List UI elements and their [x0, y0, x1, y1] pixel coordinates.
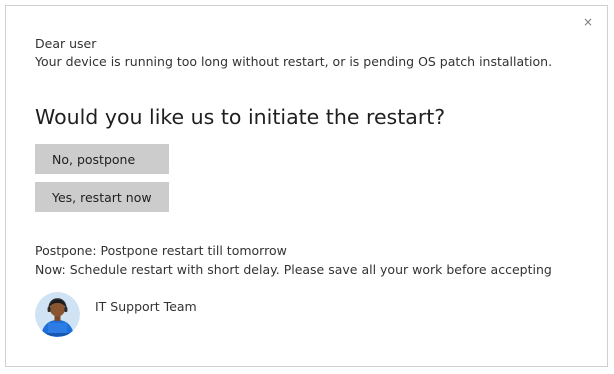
postpone-info-text: Postpone: Postpone restart till tomorrow — [35, 243, 287, 258]
now-info-text: Now: Schedule restart with short delay. … — [35, 262, 552, 277]
postpone-button[interactable]: No, postpone — [35, 144, 169, 174]
restart-now-button[interactable]: Yes, restart now — [35, 182, 169, 212]
support-person-icon — [35, 292, 80, 337]
message-text: Your device is running too long without … — [35, 54, 553, 69]
close-icon[interactable]: × — [581, 15, 595, 29]
restart-dialog: × Dear user Your device is running too l… — [5, 5, 608, 367]
question-heading: Would you like us to initiate the restar… — [35, 105, 446, 129]
greeting-text: Dear user — [35, 36, 97, 51]
sender-name: IT Support Team — [95, 299, 197, 314]
